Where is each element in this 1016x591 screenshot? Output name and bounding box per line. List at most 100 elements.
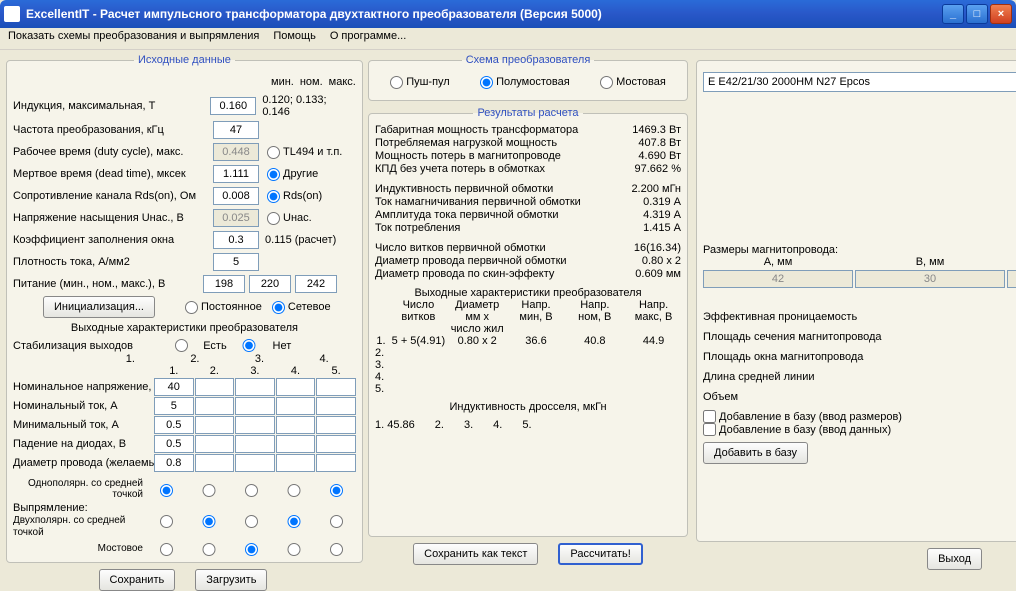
nprim-label: Число витков первичной обмотки — [375, 242, 546, 254]
rect3-4-radio[interactable] — [278, 543, 311, 556]
rect1-5-radio[interactable] — [320, 484, 353, 497]
rdson-label: Rds(on) — [283, 190, 322, 202]
choke-3: 3. — [464, 419, 473, 431]
rds-input[interactable] — [213, 187, 259, 205]
menu-about[interactable]: О программе... — [330, 30, 406, 47]
stab-no-radio[interactable] — [228, 339, 270, 352]
usat-radio[interactable] — [267, 212, 280, 225]
supply-max-input[interactable] — [295, 275, 337, 293]
stab-yes-radio[interactable] — [163, 339, 200, 352]
dwire-3-input[interactable] — [235, 454, 275, 472]
close-button[interactable]: × — [990, 4, 1012, 24]
vnom-2-input[interactable] — [195, 378, 235, 396]
out-row1-max: 44.9 — [626, 335, 681, 347]
add-data-checkbox[interactable] — [703, 423, 716, 436]
rect3-1-radio[interactable] — [150, 543, 183, 556]
ps-ac-radio[interactable] — [272, 301, 285, 314]
out-row5-n: 5. — [375, 383, 681, 395]
menu-help[interactable]: Помощь — [273, 30, 316, 47]
an-label: Площадь окна магнитопровода — [703, 351, 1016, 363]
rect2-1-radio[interactable] — [150, 515, 183, 528]
imin-5-input[interactable] — [316, 416, 356, 434]
vdiode-5-input[interactable] — [316, 435, 356, 453]
imin-2-input[interactable] — [195, 416, 235, 434]
col1-label: 1. — [99, 353, 163, 365]
dprim-value: 0.80 x 2 — [611, 255, 681, 267]
other-radio[interactable] — [267, 168, 280, 181]
imin-4-input[interactable] — [276, 416, 316, 434]
rect1-2-radio[interactable] — [193, 484, 226, 497]
imin-label: Минимальный ток, А — [13, 419, 153, 431]
vdiode-4-input[interactable] — [276, 435, 316, 453]
push-radio[interactable] — [390, 76, 403, 89]
supply-min-input[interactable] — [203, 275, 245, 293]
rect1-3-radio[interactable] — [235, 484, 268, 497]
sizes-label: Размеры магнитопровода: — [703, 244, 1016, 256]
add-sizes-checkbox[interactable] — [703, 410, 716, 423]
rdson-radio[interactable] — [267, 190, 280, 203]
supply-nom-input[interactable] — [249, 275, 291, 293]
rect3-3-radio[interactable] — [235, 543, 268, 556]
half-label: Полумостовая — [496, 76, 570, 88]
supply-label: Питание (мин., ном., макс.), В — [13, 278, 203, 290]
rect2-2-radio[interactable] — [193, 515, 226, 528]
ps-const-radio[interactable] — [185, 301, 198, 314]
tl494-radio[interactable] — [267, 146, 280, 159]
dwire-5-input[interactable] — [316, 454, 356, 472]
load-button[interactable]: Загрузить — [195, 569, 267, 591]
col2-label: 2. — [163, 353, 227, 365]
dens-input[interactable] — [213, 253, 259, 271]
inom-1-input[interactable] — [154, 397, 194, 415]
fill-input[interactable] — [213, 231, 259, 249]
rect2-3-radio[interactable] — [235, 515, 268, 528]
dead-input[interactable] — [213, 165, 259, 183]
inom-4-input[interactable] — [276, 397, 316, 415]
menu-schemes[interactable]: Показать схемы преобразования и выпрямле… — [8, 30, 259, 47]
full-radio[interactable] — [600, 76, 613, 89]
calculate-button[interactable]: Рассчитать! — [558, 543, 642, 565]
vdiode-3-input[interactable] — [235, 435, 275, 453]
minimize-button[interactable]: _ — [942, 4, 964, 24]
core-select[interactable]: E E42/21/30 2000HM N27 Epcos — [703, 72, 1016, 92]
inom-3-input[interactable] — [235, 397, 275, 415]
stab-no-label: Нет — [273, 340, 292, 352]
imin-3-input[interactable] — [235, 416, 275, 434]
usat-label: Напряжение насыщения Uнас., В — [13, 212, 213, 224]
imin-1-input[interactable] — [154, 416, 194, 434]
pload-value: 407.8 Вт — [611, 137, 681, 149]
vdiode-1-input[interactable] — [154, 435, 194, 453]
dwire-4-input[interactable] — [276, 454, 316, 472]
rect1-1-radio[interactable] — [150, 484, 183, 497]
save-text-button[interactable]: Сохранить как текст — [413, 543, 538, 565]
rect1-4-radio[interactable] — [278, 484, 311, 497]
size-b-input[interactable] — [855, 270, 1005, 288]
inom-2-input[interactable] — [195, 397, 235, 415]
rect3-2-radio[interactable] — [193, 543, 226, 556]
dwire-2-input[interactable] — [195, 454, 235, 472]
vnom-3-input[interactable] — [235, 378, 275, 396]
vnom-5-input[interactable] — [316, 378, 356, 396]
out-sublegend: Выходные характеристики преобразователя — [13, 322, 356, 334]
induction-input[interactable] — [210, 97, 256, 115]
rect2-4-radio[interactable] — [278, 515, 311, 528]
size-a-input[interactable] — [703, 270, 853, 288]
inom-5-input[interactable] — [316, 397, 356, 415]
rect2-5-radio[interactable] — [320, 515, 353, 528]
maximize-button[interactable]: □ — [966, 4, 988, 24]
usat-input[interactable] — [213, 209, 259, 227]
init-button[interactable]: Инициализация... — [43, 296, 155, 318]
vnom-1-input[interactable] — [154, 378, 194, 396]
dwire-1-input[interactable] — [154, 454, 194, 472]
add-to-db-button[interactable]: Добавить в базу — [703, 442, 808, 464]
save-button[interactable]: Сохранить — [99, 569, 176, 591]
duty-input[interactable] — [213, 143, 259, 161]
size-c-input[interactable] — [1007, 270, 1016, 288]
vdiode-2-input[interactable] — [195, 435, 235, 453]
freq-input[interactable] — [213, 121, 259, 139]
rect3-5-radio[interactable] — [320, 543, 353, 556]
vnom-4-input[interactable] — [276, 378, 316, 396]
half-radio[interactable] — [480, 76, 493, 89]
le-label: Длина средней линии — [703, 371, 1016, 383]
exit-button[interactable]: Выход — [927, 548, 982, 570]
ae-label: Площадь сечения магнитопровода — [703, 331, 1016, 343]
